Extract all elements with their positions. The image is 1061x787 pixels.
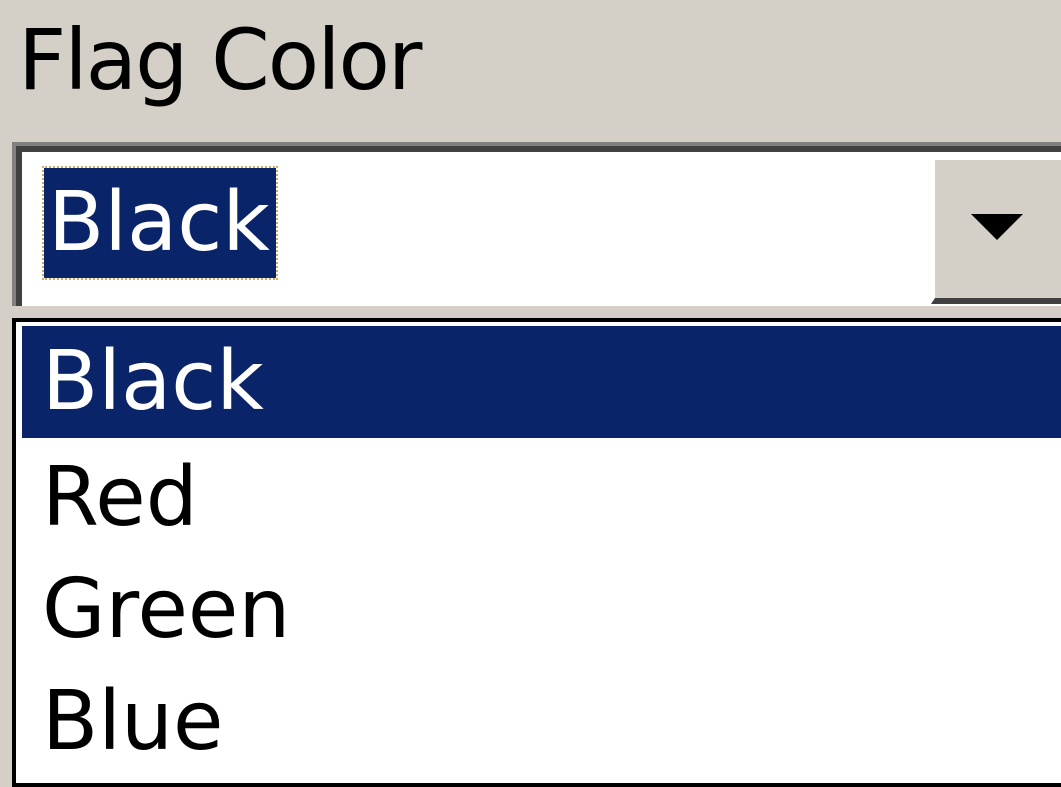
option-black[interactable]: Black — [22, 326, 1061, 438]
option-blue[interactable]: Blue — [22, 666, 1061, 778]
flag-color-combobox[interactable]: Black — [12, 142, 1061, 306]
chevron-down-icon — [971, 214, 1023, 240]
dropdown-button[interactable] — [931, 156, 1061, 304]
combobox-selected-value[interactable]: Black — [42, 166, 278, 280]
option-red[interactable]: Red — [22, 442, 1061, 554]
option-green[interactable]: Green — [22, 554, 1061, 666]
color-dropdown-list[interactable]: Black Red Green Blue — [12, 318, 1061, 787]
flag-color-label: Flag Color — [18, 11, 422, 109]
